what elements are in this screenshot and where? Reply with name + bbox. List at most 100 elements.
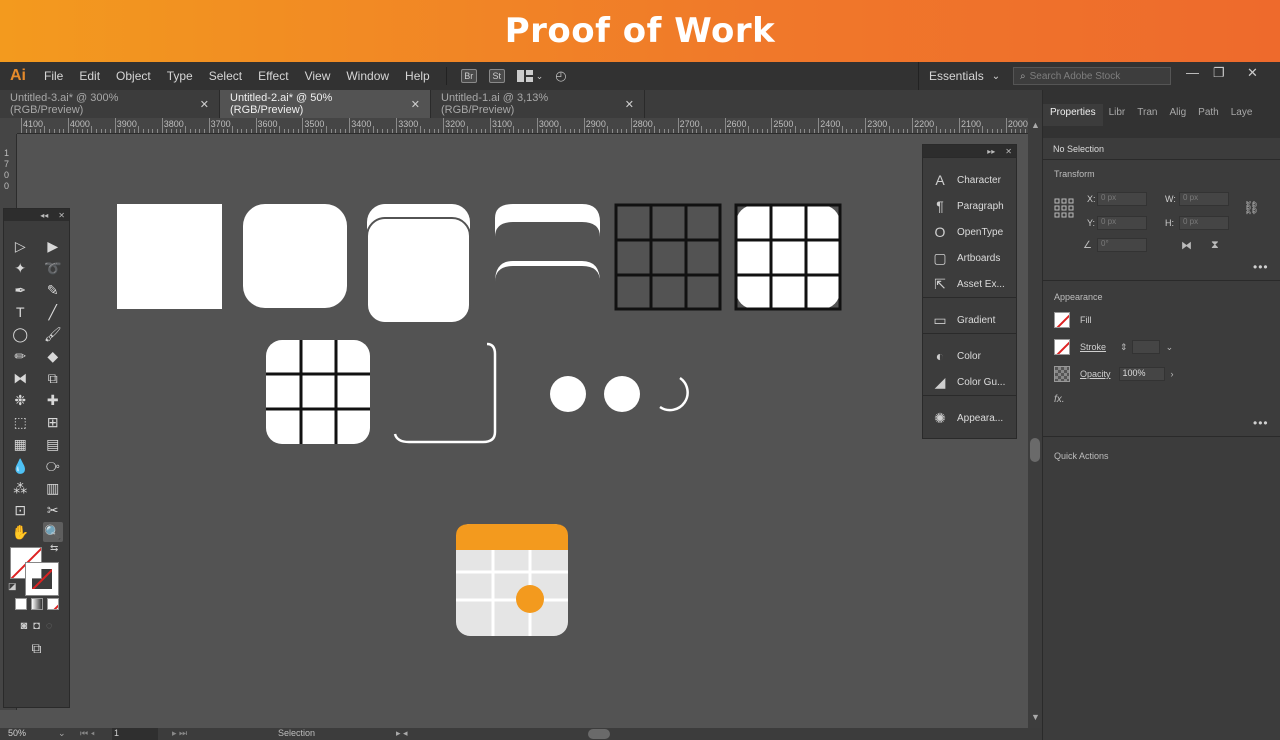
- stroke-weight-field[interactable]: [1131, 340, 1160, 354]
- symbol-sprayer-tool-icon[interactable]: ⁂: [10, 478, 30, 498]
- perspective-grid-tool-icon[interactable]: ▦: [10, 434, 30, 454]
- gradient-mode-icon[interactable]: [30, 598, 43, 610]
- tab-properties[interactable]: Properties: [1043, 104, 1103, 126]
- opacity-label[interactable]: Opacity: [1080, 369, 1111, 379]
- close-icon[interactable]: ✕: [1005, 147, 1012, 156]
- menu-edit[interactable]: Edit: [71, 69, 108, 83]
- close-icon[interactable]: ✕: [200, 98, 209, 111]
- zoom-level[interactable]: 50%: [8, 728, 26, 738]
- panel-asset-export[interactable]: ⇱ Asset Ex...: [923, 271, 1016, 297]
- scroll-up-icon[interactable]: ▲: [1031, 120, 1040, 130]
- first-artboard-icon[interactable]: ⏮ ◂: [80, 728, 95, 739]
- panel-character[interactable]: A Character: [923, 167, 1016, 193]
- draw-normal-icon[interactable]: ◙: [21, 620, 28, 632]
- status-arrow-icon[interactable]: ▸ ◂: [396, 728, 408, 739]
- reference-point-icon[interactable]: [1054, 198, 1074, 218]
- rotate-field[interactable]: 0°: [1097, 238, 1147, 252]
- artboard-number[interactable]: 1: [112, 728, 158, 740]
- opacity-row[interactable]: Opacity 100% ›: [1054, 366, 1174, 382]
- tab-libraries[interactable]: Libr: [1103, 104, 1132, 126]
- panel-artboards[interactable]: ▢ Artboards: [923, 245, 1016, 271]
- selection-tool-icon[interactable]: ▷: [10, 236, 30, 256]
- opacity-field[interactable]: 100%: [1118, 367, 1165, 381]
- menu-type[interactable]: Type: [159, 69, 201, 83]
- fill-row[interactable]: Fill: [1054, 312, 1092, 328]
- next-artboard-icon[interactable]: ▸ ⏭: [172, 728, 187, 739]
- menu-help[interactable]: Help: [397, 69, 438, 83]
- status-mode[interactable]: Selection: [278, 728, 315, 738]
- flip-vertical-icon[interactable]: ⧗: [1211, 239, 1219, 252]
- w-field[interactable]: 0 px: [1179, 192, 1229, 206]
- arrange-documents-icon[interactable]: ⌄: [516, 70, 543, 82]
- stroke-swatch[interactable]: [25, 562, 59, 596]
- magic-wand-tool-icon[interactable]: ✦: [10, 258, 30, 278]
- blend-tool-icon[interactable]: ⧂: [43, 456, 63, 476]
- warp-tool-icon[interactable]: ❉: [10, 390, 30, 410]
- hand-tool-icon[interactable]: ✋: [10, 522, 30, 542]
- h-field[interactable]: 0 px: [1179, 216, 1229, 230]
- ruler-origin[interactable]: [0, 118, 17, 134]
- tab-untitled-3[interactable]: Untitled-3.ai* @ 300% (RGB/Preview) ✕: [0, 90, 220, 118]
- draw-inside-icon[interactable]: ◌: [46, 620, 53, 632]
- panel-opentype[interactable]: O OpenType: [923, 219, 1016, 245]
- tab-pathfinder[interactable]: Path: [1192, 104, 1225, 126]
- stroke-none-swatch[interactable]: [1054, 339, 1070, 355]
- horizontal-scroll-thumb[interactable]: [588, 729, 610, 739]
- more-options-icon[interactable]: •••: [1253, 416, 1269, 430]
- gpu-performance-icon[interactable]: ◴: [555, 68, 566, 84]
- fill-none-swatch[interactable]: [1054, 312, 1070, 328]
- panel-paragraph[interactable]: ¶ Paragraph: [923, 193, 1016, 219]
- panel-color-guide[interactable]: ◢ Color Gu...: [923, 369, 1016, 395]
- artwork[interactable]: [17, 134, 1028, 710]
- draw-behind-icon[interactable]: ◘: [33, 620, 40, 632]
- chevron-down-icon[interactable]: ⌄: [58, 728, 66, 739]
- more-options-icon[interactable]: •••: [1253, 260, 1269, 274]
- chevron-right-icon[interactable]: ›: [1171, 369, 1174, 379]
- close-icon[interactable]: ✕: [411, 98, 420, 111]
- column-graph-tool-icon[interactable]: ▥: [43, 478, 63, 498]
- close-window-button[interactable]: ✕: [1247, 65, 1258, 81]
- workspace-switcher[interactable]: Essentials ⌄: [918, 62, 1000, 90]
- shaper-tool-icon[interactable]: ✏: [10, 346, 30, 366]
- eraser-tool-icon[interactable]: ◆: [43, 346, 63, 366]
- gradient-tool-icon[interactable]: ▤: [43, 434, 63, 454]
- default-colors-icon[interactable]: ◪: [8, 581, 17, 592]
- tab-transform[interactable]: Tran: [1131, 104, 1163, 126]
- swap-colors-icon[interactable]: ⇆: [50, 543, 58, 554]
- constrain-proportions-icon[interactable]: ⛓: [1243, 200, 1260, 216]
- eyedropper-tool-icon[interactable]: 💧: [10, 456, 30, 476]
- menu-effect[interactable]: Effect: [250, 69, 296, 83]
- close-icon[interactable]: ✕: [625, 98, 634, 111]
- scroll-thumb[interactable]: [1030, 438, 1040, 462]
- horizontal-ruler[interactable]: 4100 4000 3900 3800 3700 3600 3500 3400 3300 3200…: [17, 118, 1028, 134]
- minimize-button[interactable]: —: [1186, 65, 1199, 80]
- y-field[interactable]: 0 px: [1097, 216, 1147, 230]
- direct-selection-tool-icon[interactable]: ▶: [43, 236, 63, 256]
- pen-tool-icon[interactable]: ✒: [10, 280, 30, 300]
- slice-tool-icon[interactable]: ✂: [43, 500, 63, 520]
- menu-object[interactable]: Object: [108, 69, 159, 83]
- shape-builder-tool-icon[interactable]: ⊞: [43, 412, 63, 432]
- reflect-tool-icon[interactable]: ⧓: [10, 368, 30, 388]
- scale-tool-icon[interactable]: ⧉: [43, 368, 63, 388]
- stroke-row[interactable]: Stroke ⇕ ⌄: [1054, 339, 1173, 355]
- curvature-tool-icon[interactable]: ✎: [43, 280, 63, 300]
- search-stock-input[interactable]: ⌕ Search Adobe Stock: [1013, 67, 1171, 85]
- menu-window[interactable]: Window: [338, 69, 397, 83]
- ellipse-tool-icon[interactable]: ◯: [10, 324, 30, 344]
- vertical-scrollbar[interactable]: ▲ ▼: [1028, 118, 1042, 728]
- lasso-tool-icon[interactable]: ➰: [43, 258, 63, 278]
- artboard-tool-icon[interactable]: ⊡: [10, 500, 30, 520]
- panel-appearance[interactable]: ✺ Appeara...: [923, 405, 1016, 431]
- zoom-tool-icon[interactable]: 🔍: [42, 522, 63, 542]
- chevron-down-icon[interactable]: ⌄: [1166, 342, 1174, 353]
- tab-untitled-2[interactable]: Untitled-2.ai* @ 50% (RGB/Preview) ✕: [220, 90, 431, 118]
- menu-view[interactable]: View: [297, 69, 339, 83]
- stock-icon[interactable]: St: [488, 69, 505, 83]
- artboard-canvas[interactable]: [17, 134, 1028, 710]
- line-tool-icon[interactable]: ╱: [43, 302, 63, 322]
- collapse-icon[interactable]: ◂◂: [40, 211, 48, 220]
- stroke-stepper-icon[interactable]: ⇕: [1120, 342, 1128, 353]
- flip-horizontal-icon[interactable]: ⧓: [1181, 239, 1192, 252]
- close-icon[interactable]: ✕: [58, 211, 65, 220]
